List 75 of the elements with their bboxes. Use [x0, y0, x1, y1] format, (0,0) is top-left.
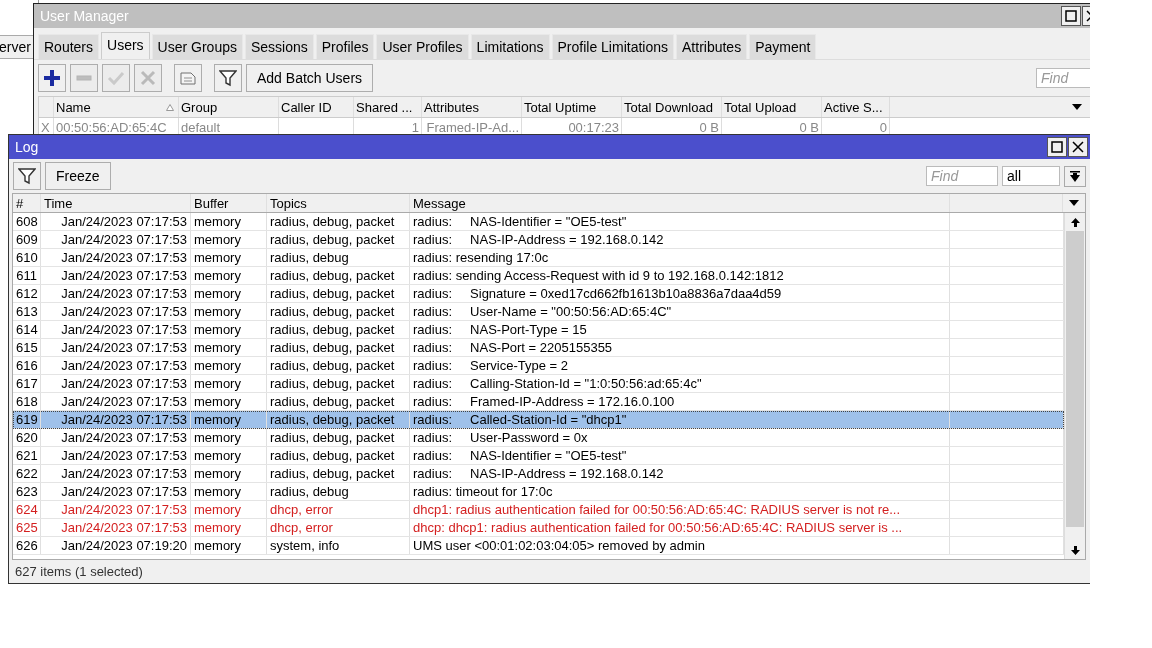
maximize-icon: [1065, 10, 1077, 22]
log-row[interactable]: 621 Jan/24/2023 07:17:53 memory radius, debug, packet radius: NAS-Identifier = "OE5-test": [13, 447, 1064, 465]
filter-button[interactable]: [214, 64, 242, 92]
up-arrow-icon: [1070, 217, 1080, 227]
column-header[interactable]: Group: [179, 97, 279, 117]
tab[interactable]: User Profiles: [376, 34, 469, 59]
scroll-thumb[interactable]: [1066, 231, 1084, 527]
log-row[interactable]: 623 Jan/24/2023 07:17:53 memory radius, debug radius: timeout for 17:0c: [13, 483, 1064, 501]
log-row[interactable]: 617 Jan/24/2023 07:17:53 memory radius, debug, packet radius: Calling-Station-Id = "1:0:50:56:ad:65:4c": [13, 375, 1064, 393]
log-row[interactable]: 611 Jan/24/2023 07:17:53 memory radius, debug, packet radius: sending Access-Request with id 9 to 192.168.0.142:1812: [13, 267, 1064, 285]
column-header[interactable]: Active S...: [822, 97, 890, 117]
tab[interactable]: Sessions: [244, 34, 314, 59]
log-row[interactable]: 615 Jan/24/2023 07:17:53 memory radius, debug, packet radius: NAS-Port = 2205155355: [13, 339, 1064, 357]
column-header[interactable]: #: [13, 194, 41, 212]
down-arrow-icon: [1070, 545, 1080, 555]
close-icon: [1072, 141, 1084, 153]
scrollbar[interactable]: [1064, 213, 1085, 559]
search-field[interactable]: Find: [1036, 68, 1090, 88]
column-header[interactable]: Time: [41, 194, 191, 212]
log-row[interactable]: 608 Jan/24/2023 07:17:53 memory radius, debug, packet radius: NAS-Identifier = "OE5-test": [13, 213, 1064, 231]
tab[interactable]: Profiles: [315, 34, 375, 59]
search-field[interactable]: Find: [926, 166, 998, 186]
status-text: 627 items (1 selected): [14, 563, 144, 581]
column-header[interactable]: Total Uptime: [522, 97, 622, 117]
maximize-button[interactable]: [1047, 137, 1067, 157]
topic-dropdown[interactable]: all: [1002, 166, 1060, 186]
tab[interactable]: Profile Limitations: [551, 34, 674, 59]
check-icon: [107, 69, 125, 87]
add-button[interactable]: [38, 64, 66, 92]
maximize-icon: [1051, 141, 1063, 153]
dropdown-button[interactable]: [1064, 165, 1086, 187]
log-row[interactable]: 609 Jan/24/2023 07:17:53 memory radius, debug, packet radius: NAS-IP-Address = 192.168.0.142: [13, 231, 1064, 249]
column-header[interactable]: Buffer: [191, 194, 267, 212]
tab[interactable]: Routers: [38, 34, 100, 59]
column-header[interactable]: Message: [410, 194, 950, 212]
tab[interactable]: Attributes: [676, 34, 748, 59]
log-row[interactable]: 616 Jan/24/2023 07:17:53 memory radius, debug, packet radius: Service-Type = 2: [13, 357, 1064, 375]
tab[interactable]: Limitations: [470, 34, 550, 59]
column-header[interactable]: Topics: [267, 194, 410, 212]
tab[interactable]: erver: [0, 35, 35, 59]
close-button[interactable]: [1068, 137, 1088, 157]
freeze-button[interactable]: Freeze: [45, 162, 111, 190]
add-batch-users-button[interactable]: Add Batch Users: [246, 64, 374, 92]
selected-row[interactable]: 619 Jan/24/2023 07:17:53 memory radius, debug, packet radius: Called-Station-Id = "dhcp1": [13, 411, 1064, 429]
log-row[interactable]: 612 Jan/24/2023 07:17:53 memory radius, debug, packet radius: Signature = 0xed17cd662fb1613b10a8836a7daa4d59: [13, 285, 1064, 303]
log-row[interactable]: 613 Jan/24/2023 07:17:53 memory radius, debug, packet radius: User-Name = "00:50:56:AD:65:4C": [13, 303, 1064, 321]
sort-icon: [166, 103, 174, 111]
maximize-button[interactable]: [1061, 6, 1081, 26]
column-header[interactable]: Name: [54, 97, 179, 117]
column-header[interactable]: Caller ID: [279, 97, 354, 117]
column-header[interactable]: Shared ...: [354, 97, 422, 117]
dropdown-icon: [1072, 104, 1082, 110]
column-header[interactable]: Total Download: [622, 97, 722, 117]
tab[interactable]: Users: [101, 32, 150, 59]
log-row[interactable]: 626 Jan/24/2023 07:19:20 memory system, info UMS user <00:01:02:03:04:05> removed by admin: [13, 537, 1064, 555]
cross-icon: [139, 69, 157, 87]
dropdown-icon: [1069, 200, 1079, 206]
plus-icon: [43, 69, 61, 87]
window-title: Log: [15, 139, 39, 155]
filter-icon: [219, 69, 237, 87]
log-row[interactable]: 622 Jan/24/2023 07:17:53 memory radius, debug, packet radius: NAS-IP-Address = 192.168.0.142: [13, 465, 1064, 483]
window-title: User Manager: [40, 8, 129, 24]
column-header[interactable]: Total Upload: [722, 97, 822, 117]
filter-icon: [18, 167, 36, 185]
tab[interactable]: Payment: [749, 34, 817, 59]
tab[interactable]: User Groups: [151, 34, 243, 59]
log-row[interactable]: 620 Jan/24/2023 07:17:53 memory radius, debug, packet radius: User-Password = 0x: [13, 429, 1064, 447]
down-arrow-icon: [1070, 170, 1080, 182]
log-row[interactable]: 625 Jan/24/2023 07:17:53 memory dhcp, error dhcp: dhcp1: radius authentication failed for 00:50:56:AD:65:4C: RADIUS server is ...: [13, 519, 1064, 537]
log-row[interactable]: 624 Jan/24/2023 07:17:53 memory dhcp, error dhcp1: radius authentication failed for 00:50:56:AD:65:4C: RADIUS server is not re...: [13, 501, 1064, 519]
log-row[interactable]: 610 Jan/24/2023 07:17:53 memory radius, debug radius: resending 17:0c: [13, 249, 1064, 267]
filter-button[interactable]: [13, 162, 41, 190]
note-icon: [179, 69, 197, 87]
column-header[interactable]: Attributes: [422, 97, 522, 117]
log-row[interactable]: 614 Jan/24/2023 07:17:53 memory radius, debug, packet radius: NAS-Port-Type = 15: [13, 321, 1064, 339]
